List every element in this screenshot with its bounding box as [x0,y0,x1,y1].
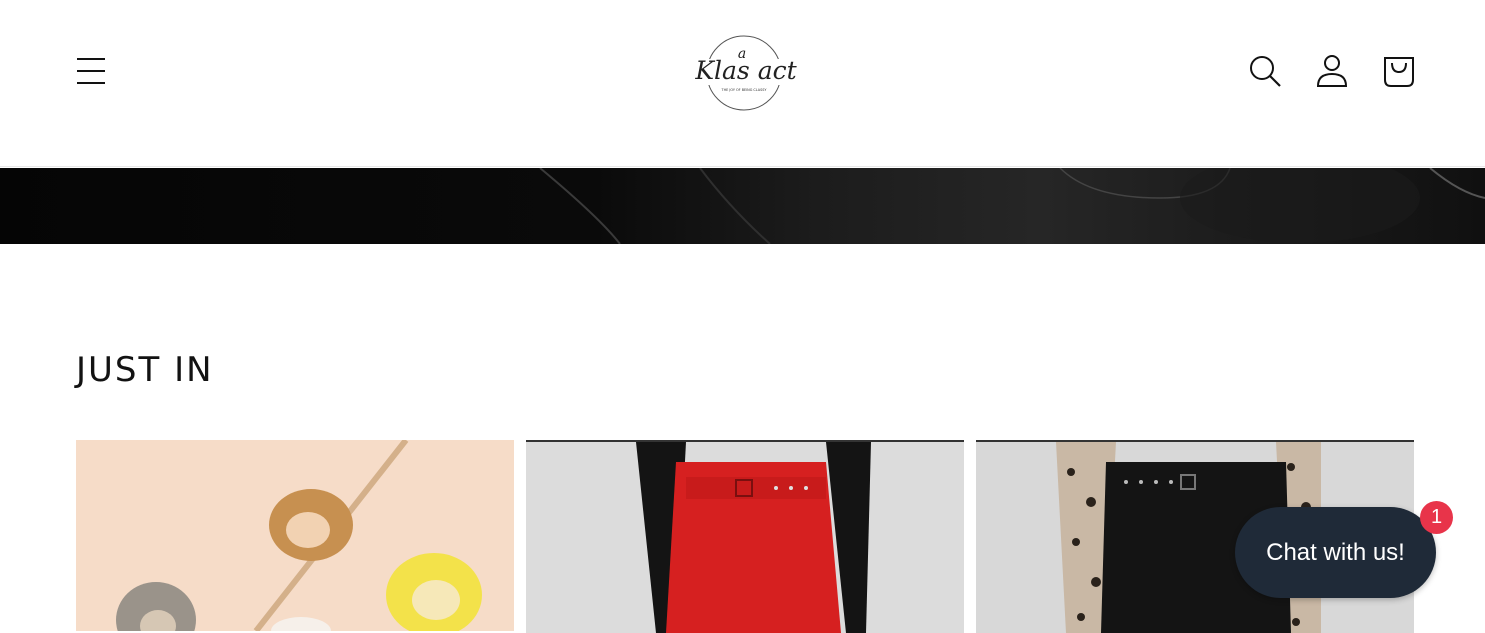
logo-wordmark: Klas act [694,56,797,85]
search-icon [1250,56,1281,87]
menu-icon [77,58,105,84]
site-header: a Klas act THE JOY OF BEING CLASSY [0,0,1485,167]
section-title: JUST IN [76,350,214,390]
hero-banner-image [0,168,1485,244]
resin-rings-image [76,440,514,631]
logo-tagline: THE JOY OF BEING CLASSY [721,88,768,92]
search-button[interactable] [1246,52,1284,90]
chat-notification-badge: 1 [1420,501,1453,534]
cart-icon [1384,57,1414,87]
menu-button[interactable] [74,54,108,88]
account-icon [1316,55,1348,87]
cart-button[interactable] [1380,52,1418,90]
chat-label: Chat with us! [1266,538,1405,566]
product-card-1[interactable] [76,440,514,631]
account-button[interactable] [1313,52,1351,90]
red-belted-trousers-image [526,442,964,633]
site-logo[interactable]: a Klas act THE JOY OF BEING CLASSY [686,33,806,113]
chat-button[interactable]: Chat with us! [1235,507,1436,598]
product-card-2[interactable] [526,440,964,633]
